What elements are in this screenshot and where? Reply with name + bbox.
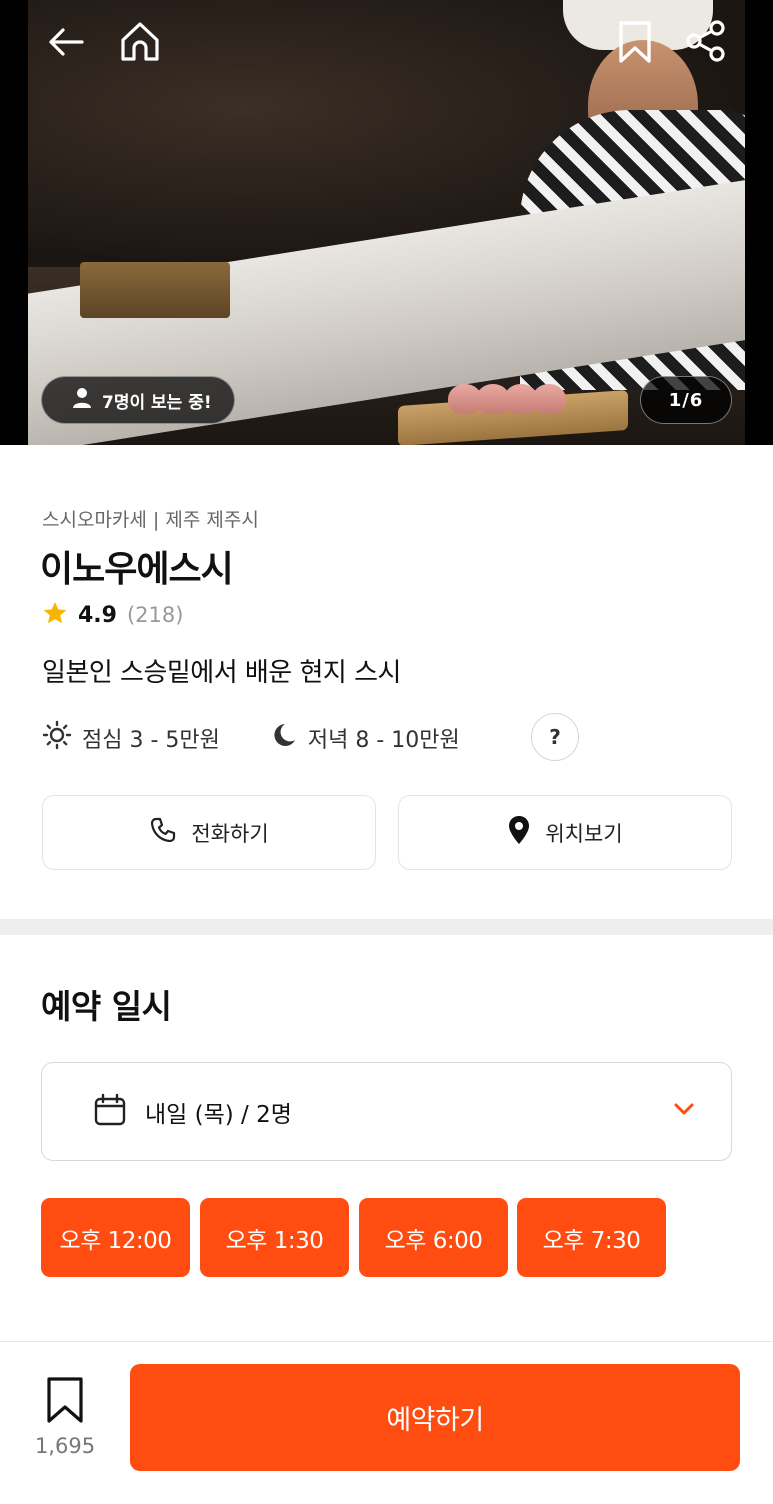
lunch-price-text: 점심 3 - 5만원 [82, 728, 220, 753]
save-button[interactable]: 1,695 [28, 1376, 102, 1458]
map-pin-icon [507, 815, 531, 850]
back-arrow-icon[interactable] [44, 22, 88, 62]
share-icon[interactable] [684, 18, 728, 64]
time-slot-1200[interactable]: 오후 12:00 [41, 1198, 190, 1277]
bookmark-icon[interactable] [614, 18, 656, 66]
time-slot-1330[interactable]: 오후 1:30 [200, 1198, 349, 1277]
date-party-value: 내일 (목) / 2명 [145, 1101, 292, 1128]
sun-icon [42, 720, 72, 756]
chevron-down-icon [673, 1101, 695, 1120]
moon-icon [270, 721, 298, 755]
photo-counter: 1/6 [640, 376, 732, 424]
rating-row: 4.9 (218) [42, 598, 183, 632]
bookmark-outline-icon [45, 1376, 85, 1428]
reservation-section-title: 예약 일시 [41, 987, 172, 1026]
home-icon[interactable] [116, 17, 164, 65]
call-button[interactable]: 전화하기 [42, 795, 376, 870]
dinner-price: 저녁 8 - 10만원 [270, 721, 460, 755]
rating-value: 4.9 [78, 602, 117, 628]
section-divider [0, 919, 773, 935]
date-party-selector[interactable]: 내일 (목) / 2명 [41, 1062, 732, 1161]
reserve-button[interactable]: 예약하기 [130, 1364, 740, 1471]
location-button[interactable]: 위치보기 [398, 795, 732, 870]
restaurant-name: 이노우에스시 [40, 549, 234, 590]
dinner-price-text: 저녁 8 - 10만원 [307, 728, 460, 753]
hero-image-carousel[interactable]: 7명이 보는 중! 1/6 [0, 0, 773, 445]
viewer-count-text: 7명이 보는 중! [102, 392, 212, 413]
viewer-count-badge: 7명이 보는 중! [41, 376, 235, 424]
location-button-label: 위치보기 [545, 821, 623, 846]
phone-icon [149, 816, 177, 849]
price-range-row: 점심 3 - 5만원 저녁 8 - 10만원 [42, 714, 460, 762]
restaurant-tagline: 일본인 스승밑에서 배운 현지 스시 [42, 658, 401, 688]
star-icon [42, 600, 68, 630]
calendar-icon [93, 1093, 127, 1131]
call-button-label: 전화하기 [191, 821, 269, 846]
person-icon [72, 387, 92, 414]
restaurant-category: 스시오마카세 | 제주 제주시 [42, 509, 259, 531]
save-count: 1,695 [34, 1434, 96, 1458]
time-slot-1800[interactable]: 오후 6:00 [359, 1198, 508, 1277]
price-help-button[interactable]: ? [531, 713, 579, 761]
time-slot-1930[interactable]: 오후 7:30 [517, 1198, 666, 1277]
lunch-price: 점심 3 - 5만원 [42, 720, 220, 756]
review-count: (218) [126, 603, 184, 627]
